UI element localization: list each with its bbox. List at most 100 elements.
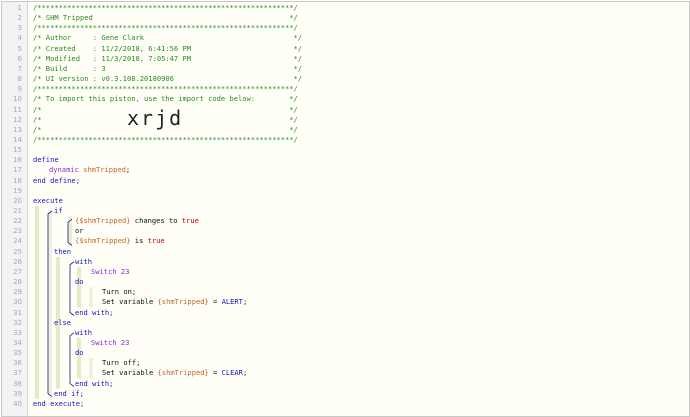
code-text: end define; [33,176,80,186]
line-number: 23 [13,227,22,236]
line-number: 35 [13,349,22,358]
line-number: 27 [13,267,22,276]
code-text: Set variable {shmTripped} = ALERT; [102,297,247,307]
token: changes to [130,216,182,226]
token: Turn off; [102,358,141,368]
line-number: 5 [17,44,22,53]
token: = [208,368,222,378]
code-line: 35 do [2,348,689,358]
code-text: /***************************************… [33,23,298,33]
code-line: 39 end if; [2,389,689,399]
token: {shmTripped} [157,297,209,307]
code-line: 14 /*************************************… [2,135,689,145]
token: with [75,327,93,337]
token: true [181,216,199,226]
code-line: 7 /* Build : 3 */ [2,64,689,74]
line-number: 21 [13,207,22,215]
code-line: 33 with [2,328,689,338]
line-number: 26 [13,257,22,266]
line-number: 3 [17,24,22,33]
code-line: 29 Turn on; [2,287,689,297]
code-text: with [75,328,92,338]
line-number: 29 [13,288,22,297]
code-line: 28 do [2,277,689,287]
line-number: 17 [13,166,22,175]
token: Switch 23 [91,337,130,347]
token: shmTripped [83,165,126,175]
code-line: 40 end execute; [2,399,689,409]
token: if [54,206,63,215]
token: {$shmTripped} [75,216,131,226]
token: or [75,226,84,236]
code-line: 37 Set variable {shmTripped} = CLEAR; [2,368,689,378]
line-number: 9 [17,85,22,94]
token: /***************************************… [33,134,298,144]
code-line: 3 /**************************************… [2,23,689,33]
code-line: 18 end define; [2,176,689,186]
token: /***************************************… [33,23,298,33]
token: Set variable [102,297,158,307]
token: /* SHM Tripped */ [33,13,298,23]
token: do [75,277,84,287]
code-line: 24 {$shmTripped} is true [2,236,689,246]
code-line: 4 /* Author : Gene Clark */ [2,33,689,43]
token: /* Author : Gene Clark */ [33,33,303,43]
code-text: /* Modified : 11/3/2018, 7:05:47 PM */ [33,54,302,64]
token: execute [33,195,63,205]
token: Turn on; [102,287,137,297]
code-line: 17 dynamic shmTripped; [2,165,689,175]
code-line: 9 /**************************************… [2,84,689,94]
code-text: /* Created : 11/2/2018, 6:41:56 PM */ [33,44,302,54]
code-line: 21 if [2,206,689,216]
code-line: 10 /* To import this piston, use the impo… [2,94,689,104]
code-text: with [75,257,92,267]
line-number: 14 [13,135,22,144]
code-text: /* UI version : v0.3.108.20180906 */ [33,74,302,84]
code-line: 11/* */ [2,105,689,115]
line-number: 30 [13,298,22,307]
code-text: /***************************************… [33,3,298,13]
code-text: else [54,318,71,328]
code-text: define [33,155,59,165]
code-text: Turn on; [102,287,136,297]
code-text: Switch 23 [91,338,129,348]
code-text: dynamic shmTripped; [49,165,130,175]
line-number: 34 [13,338,22,347]
code-text: Turn off; [102,358,140,368]
code-line: 27 Switch 23 [2,267,689,277]
line-number: 4 [17,34,22,43]
line-number: 15 [13,146,22,155]
line-number: 36 [13,359,22,368]
code-text: Switch 23 [91,267,129,277]
line-number: 33 [13,328,22,337]
code-text: /* Build : 3 */ [33,64,302,74]
token: ; [242,368,248,378]
code-line: 32 else [2,318,689,328]
line-number: 11 [13,105,22,114]
token: /* UI version : v0.3.108.20180906 */ [33,74,303,84]
code-text: {$shmTripped} changes to true [75,216,199,226]
code-text: /* To import this piston, use the import… [33,94,298,104]
code-text: do [75,277,84,287]
line-number: 40 [13,399,22,408]
token: /* Created : 11/2/2018, 6:41:56 PM */ [33,43,303,53]
line-number: 1 [17,4,22,12]
token: {$shmTripped} [75,236,131,246]
line-number: 6 [17,54,22,63]
token: end if; [54,388,84,398]
line-number: 25 [13,247,22,256]
token: {shmTripped} [157,368,209,378]
token: Switch 23 [91,266,130,276]
token: Set variable [102,368,158,378]
line-number: 20 [13,196,22,205]
code-text: end with; [75,308,113,318]
line-number: 12 [13,115,22,124]
code-line: 5 /* Created : 11/2/2018, 6:41:56 PM */ [2,44,689,54]
line-number: 38 [13,379,22,388]
token: dynamic [49,165,84,175]
line-number: 2 [17,14,22,23]
code-text: then [54,247,71,257]
token: end define; [33,175,80,185]
code-line: 6 /* Modified : 11/3/2018, 7:05:47 PM */ [2,54,689,64]
line-number: 32 [13,318,22,327]
